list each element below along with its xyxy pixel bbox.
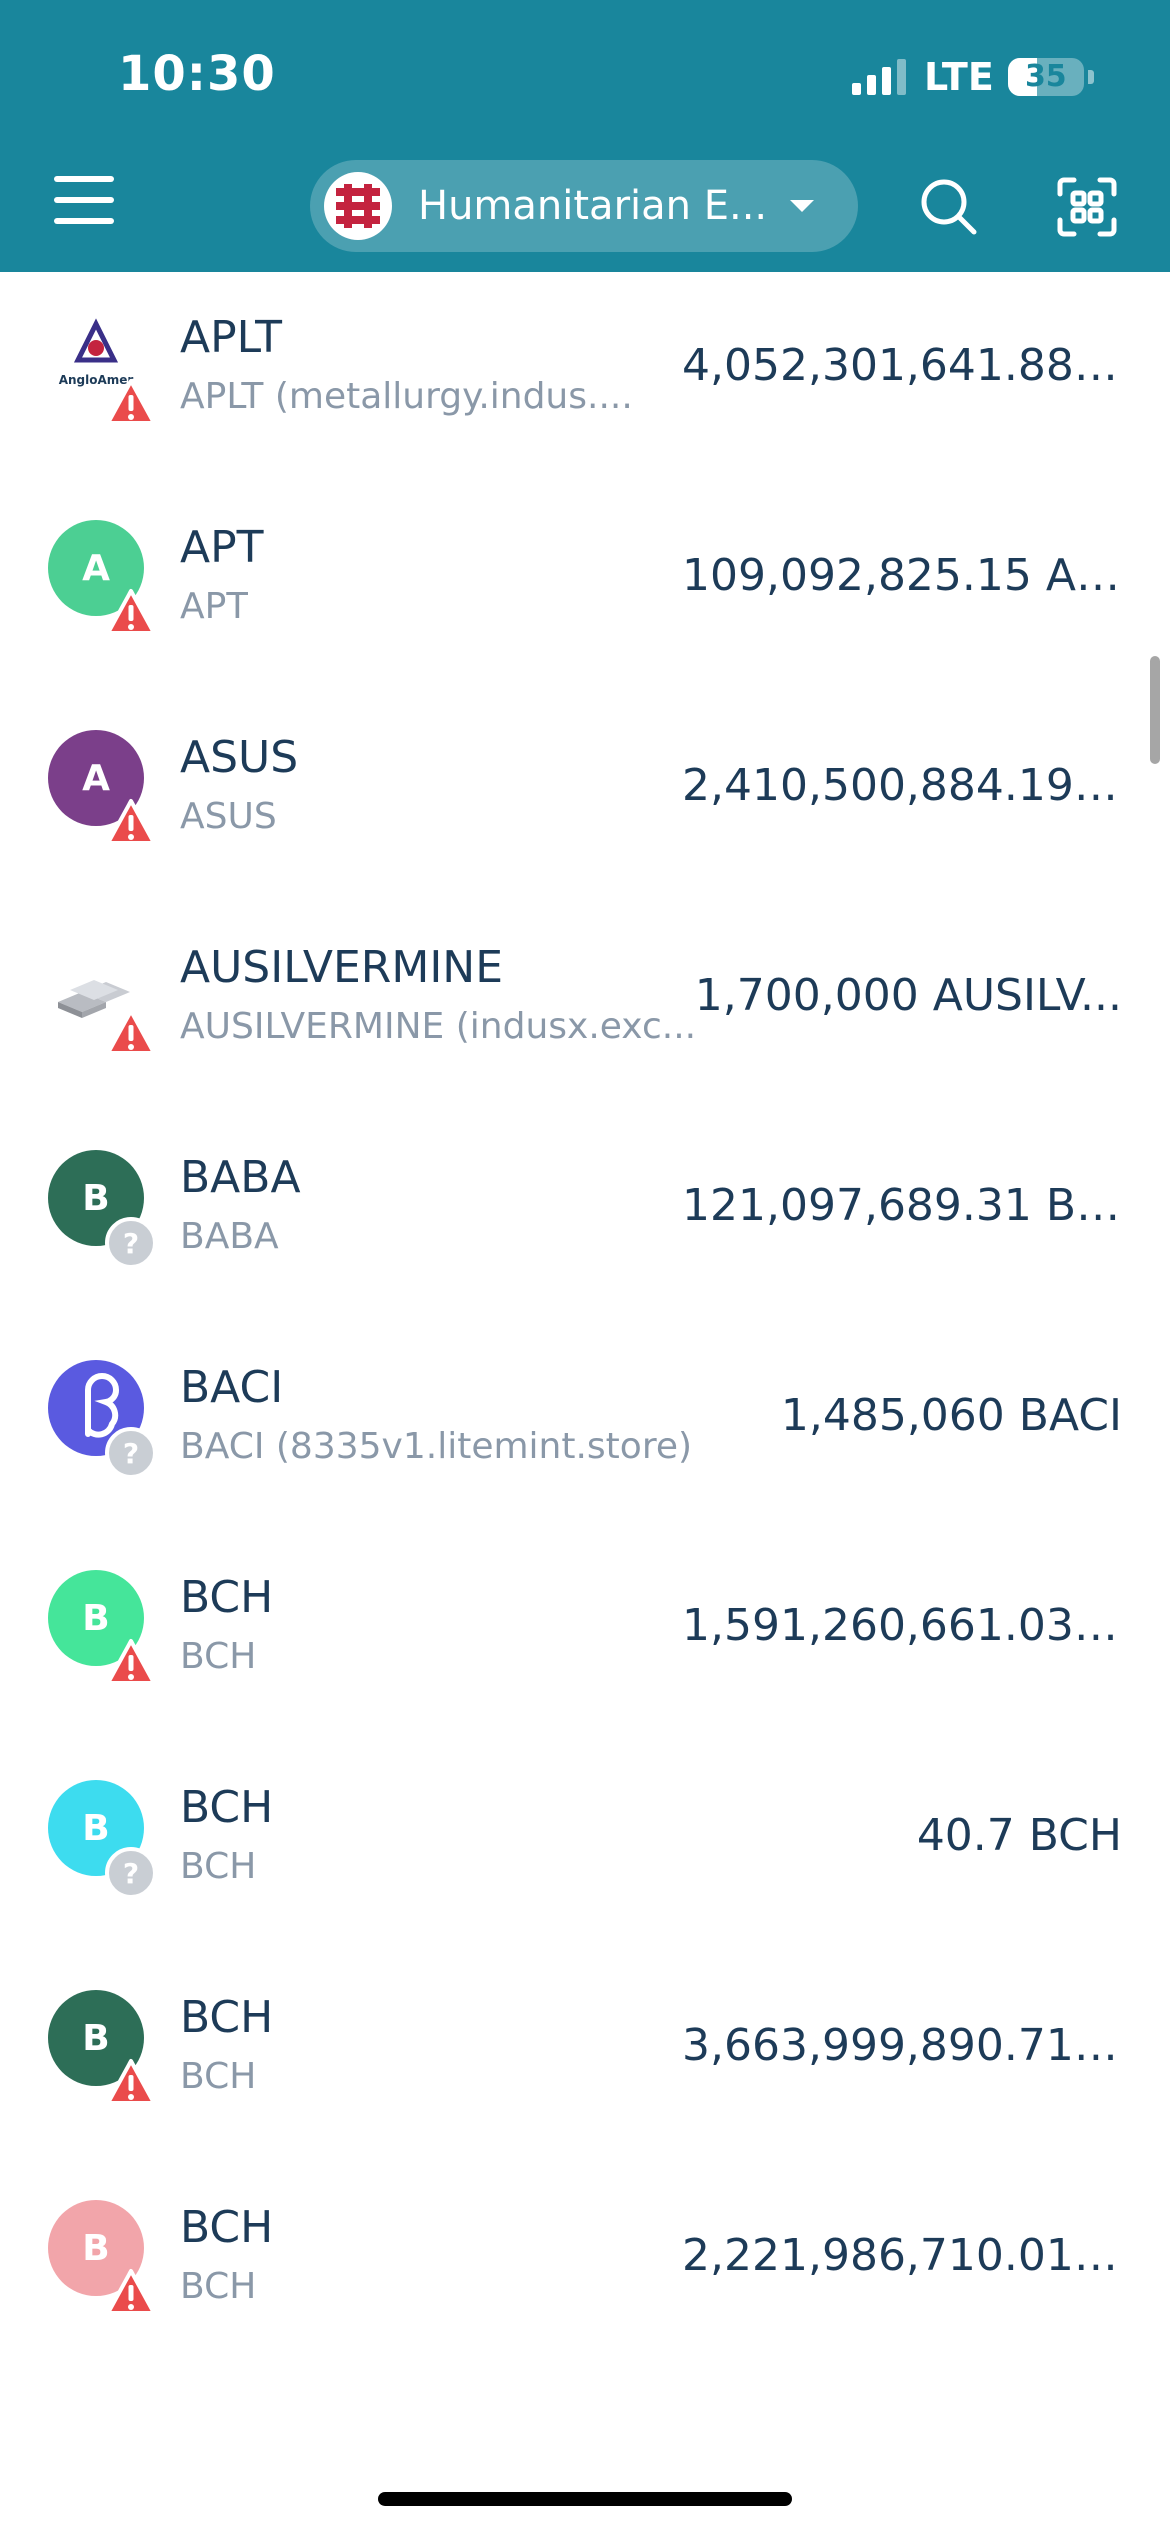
- asset-row[interactable]: B BCH BCH 2,221,986,710.01 BCH: [0, 2162, 1170, 2372]
- asset-balance: 1,591,260,661.03 BCH: [682, 1600, 1122, 1651]
- asset-balance: 109,092,825.15 APT: [682, 550, 1122, 601]
- asset-symbol: APT: [180, 522, 264, 573]
- asset-row[interactable]: B? BCH BCH 40.7 BCH: [0, 1742, 1170, 1952]
- asset-name: BCH: [180, 2266, 257, 2307]
- unknown-question-icon: ?: [104, 1216, 158, 1270]
- signal-icon: [852, 59, 906, 95]
- asset-symbol: BCH: [180, 1992, 274, 2043]
- avatar-letter: B: [82, 1177, 110, 1219]
- home-indicator[interactable]: [378, 2492, 792, 2506]
- asset-name: APT: [180, 586, 249, 627]
- warning-icon: [104, 2266, 158, 2320]
- asset-name: BCH: [180, 1846, 257, 1887]
- asset-symbol: AUSILVERMINE: [180, 942, 504, 993]
- asset-balance: 1,700,000 AUSILV...: [694, 970, 1122, 1021]
- asset-symbol: ASUS: [180, 732, 299, 783]
- asset-balance: 4,052,301,641.88 APLT: [682, 340, 1122, 391]
- battery-level: 35: [1024, 59, 1067, 94]
- battery-icon: 35: [1007, 58, 1084, 96]
- account-name: Humanitarian E...: [418, 183, 768, 229]
- unknown-question-icon: ?: [104, 1426, 158, 1480]
- avatar-letter: A: [82, 757, 110, 799]
- asset-balance: 1,485,060 BACI: [780, 1390, 1122, 1441]
- svg-text:?: ?: [123, 1227, 139, 1260]
- asset-row[interactable]: A APT APT 109,092,825.15 APT: [0, 482, 1170, 692]
- scrollbar[interactable]: [1150, 656, 1160, 764]
- asset-balance: 3,663,999,890.71 BCH: [682, 2020, 1122, 2071]
- warning-icon: [104, 586, 158, 640]
- warning-icon: [104, 2056, 158, 2110]
- asset-name: BCH: [180, 1636, 257, 1677]
- status-time: 10:30: [118, 46, 276, 102]
- asset-symbol: BACI: [180, 1362, 284, 1413]
- account-logo-icon: [324, 172, 392, 240]
- avatar-letter: B: [82, 1597, 110, 1639]
- warning-icon: [104, 376, 158, 430]
- asset-row[interactable]: AngloAmer APLT APLT (metallurgy.indus.... 4…: [0, 272, 1170, 482]
- asset-row[interactable]: B BCH BCH 1,591,260,661.03 BCH: [0, 1532, 1170, 1742]
- asset-balance: 2,410,500,884.19 ASUS: [682, 760, 1122, 811]
- asset-symbol: BABA: [180, 1152, 301, 1203]
- avatar-letter: B: [82, 2227, 110, 2269]
- asset-list[interactable]: AngloAmer APLT APLT (metallurgy.indus.... 4…: [0, 272, 1170, 2432]
- unknown-question-icon: ?: [104, 1846, 158, 1900]
- asset-row[interactable]: ? BACI BACI (8335v1.litemint.store) 1,485,0…: [0, 1322, 1170, 1532]
- svg-text:?: ?: [123, 1437, 139, 1470]
- asset-name: ASUS: [180, 796, 277, 837]
- avatar-letter: A: [82, 547, 110, 589]
- account-selector[interactable]: Humanitarian E...: [310, 160, 858, 252]
- asset-symbol: APLT: [180, 312, 282, 363]
- asset-name: APLT (metallurgy.indus....: [180, 376, 633, 417]
- asset-balance: 121,097,689.31 BABA: [682, 1180, 1122, 1231]
- network-type: LTE: [924, 55, 994, 99]
- asset-name: BACI (8335v1.litemint.store): [180, 1426, 693, 1467]
- hamburger-menu-icon[interactable]: [54, 176, 114, 228]
- asset-symbol: BCH: [180, 1782, 274, 1833]
- asset-row[interactable]: A ASUS ASUS 2,410,500,884.19 ASUS: [0, 692, 1170, 902]
- status-indicators: LTE 35: [852, 52, 1094, 102]
- asset-name: AUSILVERMINE (indusx.exc...: [180, 1006, 697, 1047]
- asset-name: BABA: [180, 1216, 279, 1257]
- asset-balance: 40.7 BCH: [916, 1810, 1122, 1861]
- warning-icon: [104, 1636, 158, 1690]
- asset-symbol: BCH: [180, 2202, 274, 2253]
- warning-icon: [104, 796, 158, 850]
- asset-row-partial[interactable]: BCH: [0, 2422, 1170, 2432]
- app-header: 10:30 LTE 35 Humanitarian E...: [0, 0, 1170, 272]
- avatar-letter: B: [82, 2017, 110, 2059]
- chevron-down-icon: [790, 200, 814, 212]
- search-icon[interactable]: [918, 176, 978, 236]
- asset-row[interactable]: B? BABA BABA 121,097,689.31 BABA: [0, 1112, 1170, 1322]
- asset-row[interactable]: AUSILVERMINE AUSILVERMINE (indusx.exc... 1…: [0, 902, 1170, 1112]
- svg-text:?: ?: [123, 1857, 139, 1890]
- asset-name: BCH: [180, 2056, 257, 2097]
- asset-symbol: BCH: [180, 1572, 274, 1623]
- asset-row[interactable]: B BCH BCH 3,663,999,890.71 BCH: [0, 1952, 1170, 2162]
- warning-icon: [104, 1006, 158, 1060]
- asset-balance: 2,221,986,710.01 BCH: [682, 2230, 1122, 2281]
- avatar-letter: B: [82, 1807, 110, 1849]
- qr-scan-icon[interactable]: [1056, 176, 1118, 238]
